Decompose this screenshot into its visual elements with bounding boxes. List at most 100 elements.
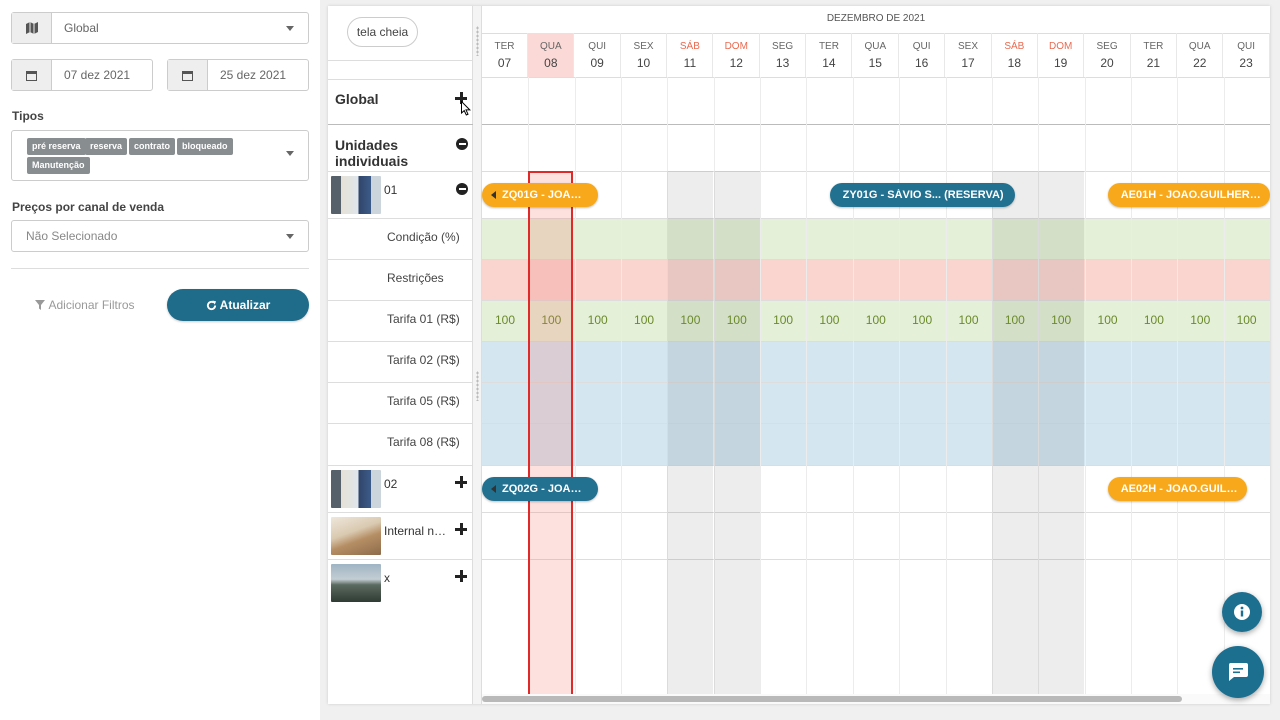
chevron-down-icon xyxy=(286,26,294,31)
info-icon xyxy=(1234,604,1250,620)
calendar-panel: tela cheia Global Unidades individuais 0… xyxy=(328,6,1270,704)
day-header: QUI 09 xyxy=(575,33,621,77)
tarifa-cell[interactable]: 100 xyxy=(714,313,760,327)
caret-left-icon xyxy=(491,191,496,199)
refresh-icon xyxy=(206,299,216,310)
precos-select[interactable]: Não Selecionado xyxy=(11,220,309,252)
divider xyxy=(482,465,1270,466)
tarifa-cell[interactable]: 100 xyxy=(946,313,992,327)
filters-sidebar: Global 07 dez 2021 25 dez 2021 Tipos pré… xyxy=(0,0,320,720)
tarifa-cell[interactable]: 100 xyxy=(806,313,852,327)
date-start-field[interactable]: 07 dez 2021 xyxy=(11,59,153,91)
divider xyxy=(328,300,473,301)
expand-unit-icon[interactable] xyxy=(455,570,467,582)
weekend-shade xyxy=(991,171,1038,701)
unit-row-03[interactable]: Internal name 03 xyxy=(328,512,473,559)
scrollbar-thumb[interactable] xyxy=(482,696,1182,702)
tarifa-cell[interactable]: 100 xyxy=(992,313,1038,327)
tag-contrato[interactable]: contrato xyxy=(129,138,175,155)
booking-bar[interactable]: ZQ02G - JOAO.GUILHERME xyxy=(482,477,598,501)
rows-column: tela cheia Global Unidades individuais 0… xyxy=(328,6,473,704)
booking-bar[interactable]: AE01H - JOAO.GUILHERME@STAYS xyxy=(1107,183,1270,207)
tarifa-cell[interactable]: 100 xyxy=(1131,313,1177,327)
today-column-highlight xyxy=(528,171,574,701)
tarifa-cell[interactable]: 100 xyxy=(1085,313,1131,327)
tipos-multiselect[interactable]: pré reserva reserva contrato bloqueado M… xyxy=(11,130,309,181)
tarifa-cell[interactable]: 100 xyxy=(1177,313,1223,327)
weekend-shade xyxy=(713,171,760,701)
divider xyxy=(328,60,473,61)
collapse-unit-icon[interactable] xyxy=(456,183,468,195)
region-select[interactable]: Global xyxy=(11,12,309,44)
day-number: 07 xyxy=(497,56,512,70)
tarifa-cell[interactable]: 100 xyxy=(1224,313,1270,327)
day-of-week: QUI xyxy=(912,41,931,52)
booking-bar[interactable]: AE02H - JOAO.GUILHERME xyxy=(1107,477,1247,501)
tarifa-cell[interactable]: 100 xyxy=(575,313,621,327)
day-of-week: QUI xyxy=(1237,41,1255,52)
day-header: QUI 23 xyxy=(1224,33,1270,77)
divider xyxy=(482,124,1270,125)
booking-label: ZQ01G - JOAO.GUILHERME xyxy=(502,189,598,201)
unit-photo xyxy=(331,564,381,602)
day-number: 23 xyxy=(1239,56,1253,70)
divider xyxy=(482,382,1270,383)
tarifa-cell[interactable]: 100 xyxy=(853,313,899,327)
chat-button[interactable] xyxy=(1212,646,1264,698)
booking-bar[interactable]: ZQ01G - JOAO.GUILHERME xyxy=(482,183,598,207)
tarifa-cell[interactable]: 100 xyxy=(667,313,713,327)
divider xyxy=(328,341,473,342)
column-resize-handle[interactable] xyxy=(473,6,482,704)
expand-unit-icon[interactable] xyxy=(455,523,467,535)
grid-line xyxy=(621,77,623,704)
grid-line xyxy=(945,77,947,704)
day-number: 22 xyxy=(1193,56,1207,70)
unit-row-x[interactable]: x xyxy=(328,559,473,606)
grid-line xyxy=(806,77,808,704)
add-filters-label: Adicionar Filtros xyxy=(48,298,135,312)
tarifa-cell[interactable]: 100 xyxy=(482,313,528,327)
day-header: QUA 22 xyxy=(1177,33,1224,77)
day-number: 21 xyxy=(1146,56,1161,70)
add-filters-button[interactable]: Adicionar Filtros xyxy=(30,294,140,316)
tag-pre-reserva[interactable]: pré reserva xyxy=(27,138,86,155)
divider xyxy=(11,268,309,269)
tag-reserva[interactable]: reserva xyxy=(85,138,128,155)
tarifa-cell[interactable]: 100 xyxy=(899,313,945,327)
unit-row-02[interactable]: 02 xyxy=(328,465,473,512)
collapse-units-icon[interactable] xyxy=(456,138,468,150)
day-header: TER 21 xyxy=(1131,33,1177,77)
divider xyxy=(482,300,1270,301)
calendar-icon xyxy=(168,60,208,90)
grid-line xyxy=(852,77,854,704)
tarifa-cell[interactable]: 100 xyxy=(760,313,806,327)
day-number: 09 xyxy=(590,56,604,70)
info-button[interactable] xyxy=(1222,592,1262,632)
sub-row-label: Tarifa 01 (R$) xyxy=(387,312,460,326)
unit-row-01[interactable]: 01 xyxy=(328,171,473,218)
day-header: SEG 20 xyxy=(1085,33,1131,77)
grid-line xyxy=(1130,77,1132,704)
divider xyxy=(482,171,1270,172)
expand-unit-icon[interactable] xyxy=(455,476,467,488)
day-header: QUA 08 xyxy=(528,33,575,77)
day-of-week: TER xyxy=(1143,41,1164,52)
tarifa-cell[interactable]: 100 xyxy=(1038,313,1084,327)
fullscreen-button[interactable]: tela cheia xyxy=(347,17,418,47)
update-button[interactable]: Atualizar xyxy=(167,289,309,321)
booking-bar[interactable]: ZY01G - SÁVIO S... (RESERVA) xyxy=(829,183,1016,207)
day-number: 19 xyxy=(1054,56,1068,70)
day-of-week: TER xyxy=(818,41,839,52)
date-end-value: 25 dez 2021 xyxy=(220,68,287,82)
unit-photo xyxy=(331,470,381,508)
divider xyxy=(482,559,1270,560)
weekend-shade xyxy=(667,171,714,701)
tag-manutencao[interactable]: Manutenção xyxy=(27,157,90,174)
day-header: QUA 15 xyxy=(853,33,899,77)
grid-line xyxy=(1084,77,1086,704)
date-end-field[interactable]: 25 dez 2021 xyxy=(167,59,309,91)
tarifa-cell[interactable]: 100 xyxy=(621,313,667,327)
day-of-week: SEX xyxy=(957,41,978,52)
drag-handle-icon xyxy=(476,371,479,401)
tag-bloqueado[interactable]: bloqueado xyxy=(177,138,233,155)
